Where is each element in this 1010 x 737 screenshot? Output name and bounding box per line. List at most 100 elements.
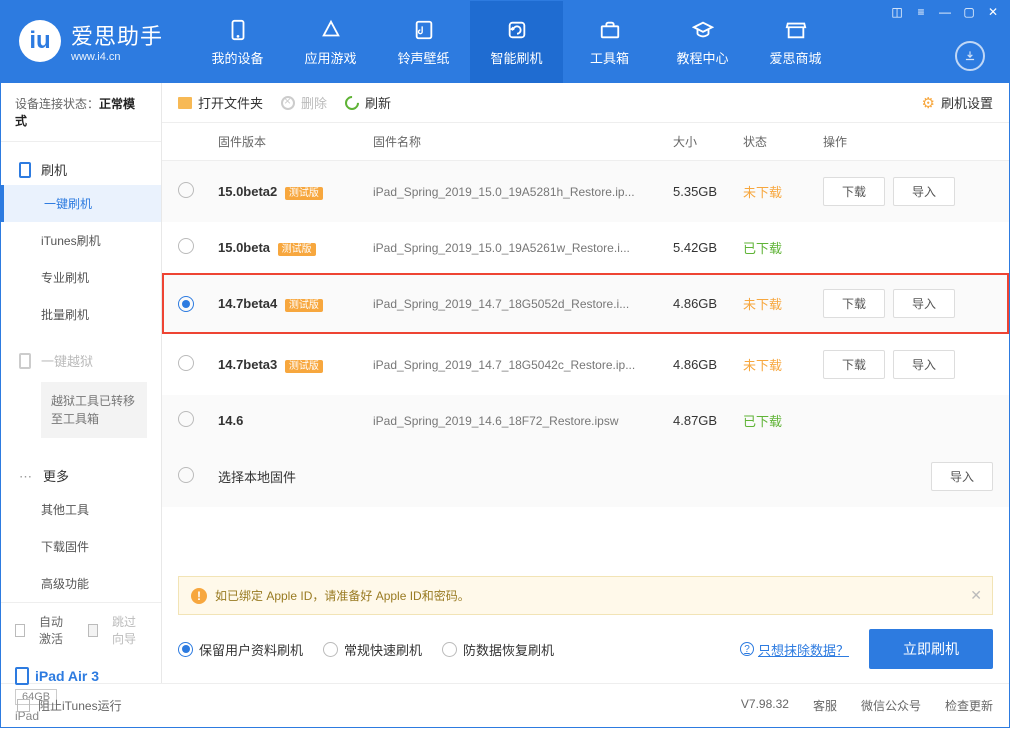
mode-keep-data[interactable]: 保留用户资料刷机: [178, 640, 303, 659]
store-icon: [784, 18, 808, 42]
table-header: 固件版本 固件名称 大小 状态 操作: [162, 123, 1009, 161]
import-local-button[interactable]: 导入: [931, 462, 993, 491]
download-button[interactable]: 下载: [823, 289, 885, 318]
radio-recovery[interactable]: [442, 642, 457, 657]
folder-icon: [178, 97, 192, 109]
sidebar: 设备连接状态：正常模式 刷机 一键刷机 iTunes刷机 专业刷机 批量刷机 一…: [1, 83, 162, 683]
sidebar-item-other[interactable]: 其他工具: [41, 491, 161, 528]
refresh-button[interactable]: 刷新: [345, 93, 391, 112]
window-controls: ◫ ≡ — ▢ ✕: [889, 5, 1001, 19]
mode-recovery[interactable]: 防数据恢复刷机: [442, 640, 554, 659]
radio-firmware[interactable]: [178, 296, 194, 312]
nav-tutorials[interactable]: 教程中心: [656, 1, 749, 83]
download-button[interactable]: 下载: [823, 177, 885, 206]
close-notice-button[interactable]: ✕: [970, 587, 982, 604]
connection-status: 设备连接状态：正常模式: [1, 83, 161, 142]
firmware-row[interactable]: 14.7beta4 测试版iPad_Spring_2019_14.7_18G50…: [162, 273, 1009, 334]
graduation-icon: [691, 18, 715, 42]
flash-icon: [505, 18, 529, 42]
radio-local[interactable]: [178, 467, 194, 483]
win-maximize-icon[interactable]: ▢: [961, 5, 977, 19]
notice-bar: ! 如已绑定 Apple ID，请准备好 Apple ID和密码。 ✕: [178, 576, 993, 615]
col-status: 状态: [743, 133, 823, 150]
sidebar-item-itunes[interactable]: iTunes刷机: [41, 222, 161, 259]
sidebar-head-more[interactable]: ⋯ 更多: [1, 460, 161, 491]
import-button[interactable]: 导入: [893, 177, 955, 206]
import-button[interactable]: 导入: [893, 350, 955, 379]
tablet-icon: [15, 667, 29, 685]
win-minimize-icon[interactable]: —: [937, 5, 953, 19]
col-version: 固件版本: [218, 133, 373, 150]
radio-firmware[interactable]: [178, 238, 194, 254]
import-button[interactable]: 导入: [893, 289, 955, 318]
more-icon: ⋯: [19, 469, 33, 483]
app-site: www.i4.cn: [71, 51, 163, 63]
sidebar-head-flash[interactable]: 刷机: [1, 154, 161, 185]
col-name: 固件名称: [373, 133, 673, 150]
radio-fast[interactable]: [323, 642, 338, 657]
lock-icon: [19, 353, 31, 369]
open-folder-button[interactable]: 打开文件夹: [178, 93, 263, 112]
update-link[interactable]: 检查更新: [945, 697, 993, 714]
auto-activate-checkbox[interactable]: [15, 624, 25, 637]
logo: iu 爱思助手 www.i4.cn: [1, 1, 181, 63]
delete-button[interactable]: 删除: [281, 93, 327, 112]
skip-guide-checkbox[interactable]: [88, 624, 98, 637]
sidebar-item-download-fw[interactable]: 下载固件: [41, 528, 161, 565]
version-label: V7.98.32: [741, 697, 789, 714]
sidebar-item-oneclick[interactable]: 一键刷机: [1, 185, 161, 222]
action-bar: 保留用户资料刷机 常规快速刷机 防数据恢复刷机 ? 只想抹除数据？ 立即刷机: [162, 615, 1009, 683]
win-menu-icon[interactable]: ≡: [913, 5, 929, 19]
warning-icon: !: [191, 588, 207, 604]
radio-firmware[interactable]: [178, 355, 194, 371]
service-link[interactable]: 客服: [813, 697, 837, 714]
nav-apps[interactable]: 应用游戏: [284, 1, 377, 83]
firmware-row[interactable]: 14.7beta3 测试版iPad_Spring_2019_14.7_18G50…: [162, 334, 1009, 395]
win-close-icon[interactable]: ✕: [985, 5, 1001, 19]
radio-firmware[interactable]: [178, 182, 194, 198]
mode-fast[interactable]: 常规快速刷机: [323, 640, 422, 659]
col-size: 大小: [673, 133, 743, 150]
header: iu 爱思助手 www.i4.cn 我的设备 应用游戏 铃声壁纸 智能刷机 工具…: [1, 1, 1009, 83]
toolbox-icon: [598, 18, 622, 42]
apps-icon: [319, 18, 343, 42]
local-firmware-row[interactable]: 选择本地固件 导入: [162, 446, 1009, 507]
phone-icon: [226, 18, 250, 42]
nav-my-device[interactable]: 我的设备: [191, 1, 284, 83]
sidebar-options: 自动激活 跳过向导: [1, 602, 161, 657]
music-icon: [412, 18, 436, 42]
toolbar: 打开文件夹 删除 刷新 ⚙ 刷机设置: [162, 83, 1009, 123]
info-icon: ?: [740, 642, 754, 656]
radio-firmware[interactable]: [178, 411, 194, 427]
sidebar-item-pro[interactable]: 专业刷机: [41, 259, 161, 296]
erase-link[interactable]: ? 只想抹除数据？: [740, 640, 849, 659]
app-name: 爱思助手: [71, 19, 163, 51]
sidebar-item-batch[interactable]: 批量刷机: [41, 296, 161, 333]
firmware-row[interactable]: 15.0beta 测试版iPad_Spring_2019_15.0_19A526…: [162, 222, 1009, 273]
block-itunes-checkbox[interactable]: [17, 699, 30, 712]
jailbreak-note: 越狱工具已转移至工具箱: [41, 382, 147, 438]
top-nav: 我的设备 应用游戏 铃声壁纸 智能刷机 工具箱 教程中心 爱思商城: [191, 1, 842, 83]
logo-icon: iu: [19, 20, 61, 62]
sidebar-head-jailbreak: 一键越狱: [1, 345, 161, 376]
downloads-indicator[interactable]: [955, 41, 985, 71]
gear-icon: ⚙: [922, 94, 935, 112]
flash-now-button[interactable]: 立即刷机: [869, 629, 993, 669]
device-icon: [19, 162, 31, 178]
download-button[interactable]: 下载: [823, 350, 885, 379]
radio-keep-data[interactable]: [178, 642, 193, 657]
firmware-row[interactable]: 15.0beta2 测试版iPad_Spring_2019_15.0_19A52…: [162, 161, 1009, 222]
nav-flash[interactable]: 智能刷机: [470, 1, 563, 83]
nav-ringtones[interactable]: 铃声壁纸: [377, 1, 470, 83]
flash-settings-button[interactable]: ⚙ 刷机设置: [922, 93, 993, 112]
wechat-link[interactable]: 微信公众号: [861, 697, 921, 714]
firmware-row[interactable]: 14.6iPad_Spring_2019_14.6_18F72_Restore.…: [162, 395, 1009, 446]
col-actions: 操作: [823, 133, 993, 150]
refresh-icon: [342, 93, 362, 113]
main: 打开文件夹 删除 刷新 ⚙ 刷机设置 固件版本 固件名称 大小 状态 操作 15…: [162, 83, 1009, 683]
nav-store[interactable]: 爱思商城: [749, 1, 842, 83]
nav-tools[interactable]: 工具箱: [563, 1, 656, 83]
delete-icon: [281, 96, 295, 110]
win-theme-icon[interactable]: ◫: [889, 5, 905, 19]
sidebar-item-advanced[interactable]: 高级功能: [41, 565, 161, 602]
